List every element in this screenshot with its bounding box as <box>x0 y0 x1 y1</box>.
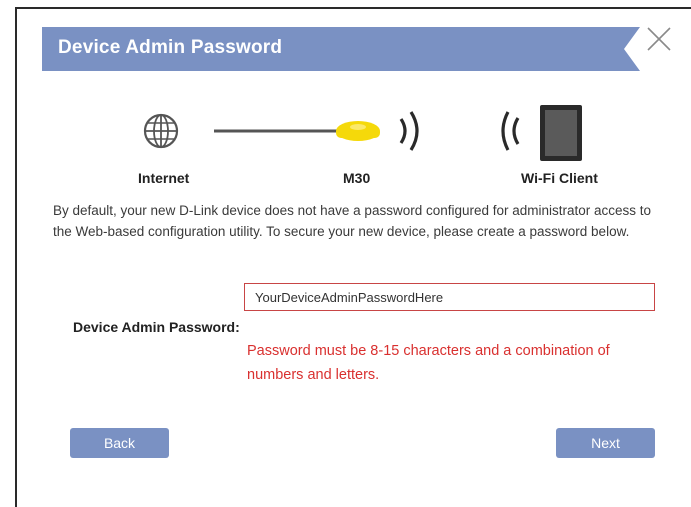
description-text: By default, your new D-Link device does … <box>53 203 652 239</box>
admin-password-input[interactable] <box>244 283 655 311</box>
admin-password-label: Device Admin Password: <box>73 319 240 335</box>
globe-icon <box>143 113 179 149</box>
device-label: M30 <box>343 170 371 186</box>
network-diagram <box>143 105 582 161</box>
tablet-icon <box>540 105 582 161</box>
password-error-message: Password must be 8-15 characters and a c… <box>247 343 610 383</box>
wifi-client-signal-icon <box>501 111 520 151</box>
wifi-signal-icon <box>399 111 419 151</box>
back-button[interactable]: Back <box>70 428 169 458</box>
m30-router-icon <box>336 121 380 141</box>
wifi-client-label: Wi-Fi Client <box>521 170 598 186</box>
internet-label: Internet <box>138 170 190 186</box>
next-button[interactable]: Next <box>556 428 655 458</box>
